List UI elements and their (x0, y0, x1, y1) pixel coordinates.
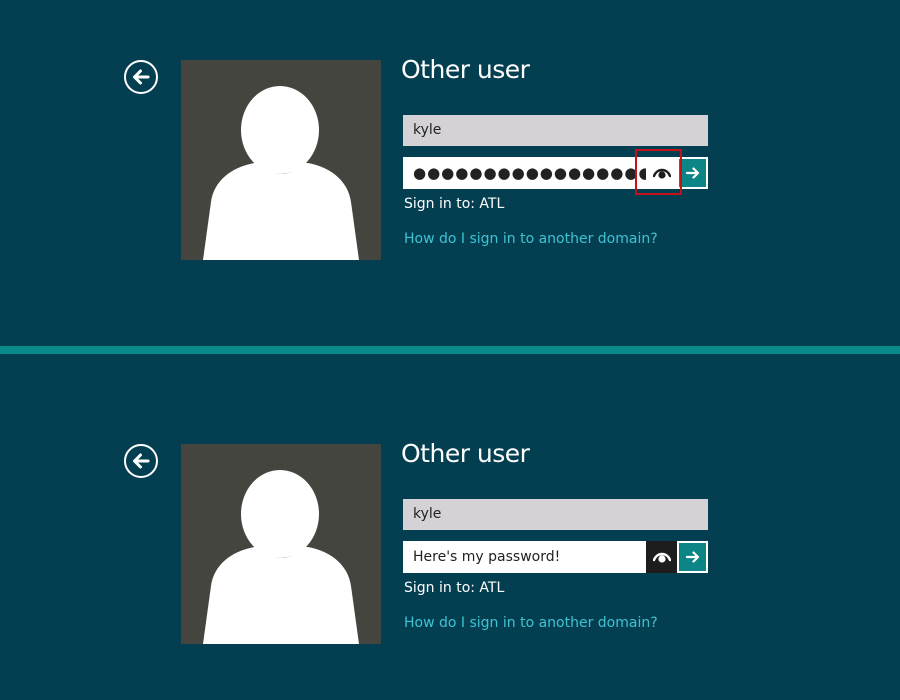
password-row: ●●●●●●●●●●●●●●●●●●● (403, 149, 708, 195)
back-arrow-icon (133, 453, 150, 469)
back-button[interactable] (124, 60, 158, 94)
user-avatar (181, 444, 381, 644)
arrow-right-icon (685, 551, 699, 563)
reveal-button-highlight (635, 149, 682, 195)
other-domain-link[interactable]: How do I sign in to another domain? (404, 231, 658, 247)
back-arrow-icon (133, 69, 150, 85)
arrow-right-icon (685, 167, 699, 179)
signin-domain-label: Sign in to: ATL (404, 196, 505, 212)
password-field[interactable]: ●●●●●●●●●●●●●●●●●●● (403, 157, 646, 189)
user-silhouette-icon (203, 86, 359, 260)
password-row: Here's my password! (403, 541, 708, 573)
back-button[interactable] (124, 444, 158, 478)
panel-divider (0, 346, 900, 354)
submit-button[interactable] (677, 541, 708, 573)
page-title: Other user (401, 439, 530, 468)
reveal-password-button[interactable] (646, 541, 677, 573)
password-field[interactable]: Here's my password! (403, 541, 646, 573)
eye-icon (652, 552, 671, 563)
user-silhouette-icon (203, 470, 359, 644)
user-avatar (181, 60, 381, 260)
username-field[interactable]: kyle (403, 115, 708, 146)
other-domain-link[interactable]: How do I sign in to another domain? (404, 615, 658, 631)
username-field[interactable]: kyle (403, 499, 708, 530)
login-panel-revealed: Other user kyle Here's my password! Sign… (0, 354, 900, 700)
signin-domain-label: Sign in to: ATL (404, 580, 505, 596)
page-title: Other user (401, 55, 530, 84)
login-panel-masked: Other user kyle ●●●●●●●●●●●●●●●●●●● Sign… (0, 0, 900, 346)
